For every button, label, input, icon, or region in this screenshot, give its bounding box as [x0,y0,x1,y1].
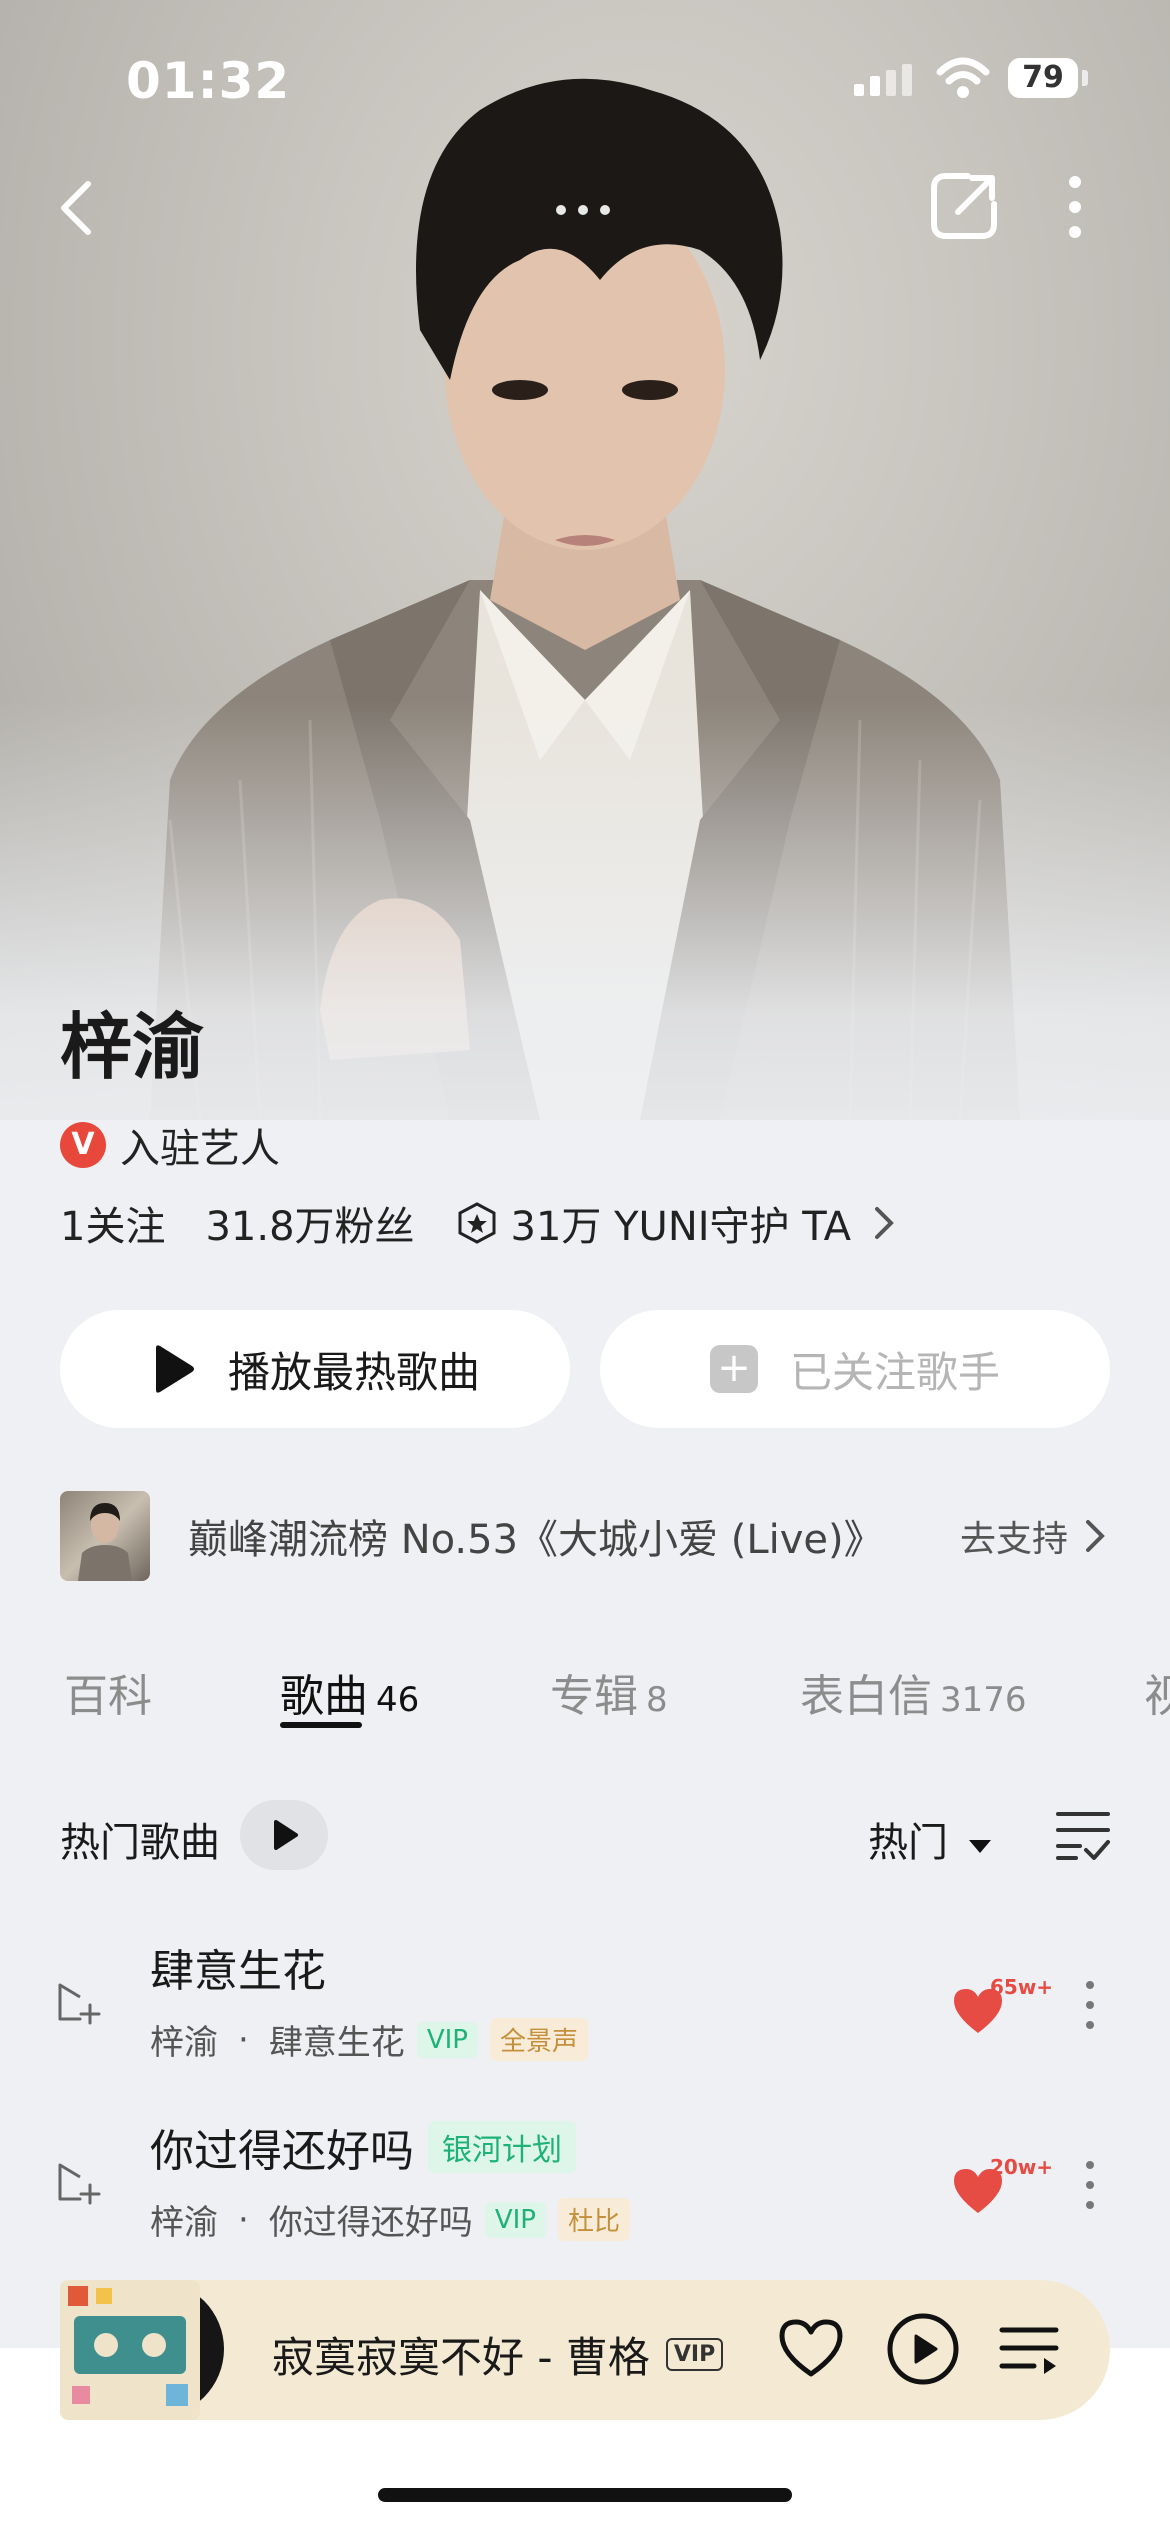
followed-button[interactable]: + 已关注歌手 [600,1310,1110,1428]
song-album: 你过得还好吗 [268,2203,473,2243]
artist-name: 梓渝 [60,1005,205,1089]
tab-songs[interactable]: 歌曲 46 [280,1660,419,1724]
status-time: 01:32 [126,52,291,110]
back-icon[interactable] [50,178,110,238]
home-indicator [378,2488,792,2502]
artist-stats: 1关注 31.8万粉丝 31万 YUNI守护 TA [60,1194,899,1252]
guard-count[interactable]: 31万 YUNI守护 TA [511,1194,851,1252]
vip-badge: VIP [665,2338,724,2371]
cellular-signal-icon [854,64,912,96]
like-count: 20w+ [990,2155,1054,2179]
tab-count: 46 [376,1680,420,1720]
song-meta: 梓渝 · 你过得还好吗 VIP 杜比 [150,2195,630,2244]
battery-tip [1082,70,1088,86]
mini-player[interactable]: 寂寞寂寞不好 - 曹格 VIP [60,2280,1110,2420]
tab-albums[interactable]: 专辑 8 [550,1660,668,1724]
tab-count: 8 [646,1680,668,1720]
sort-dropdown[interactable]: 热门 [868,1810,993,1868]
following-count[interactable]: 1关注 [60,1194,165,1252]
sort-label: 热门 [868,1820,948,1866]
plus-icon: + [709,1345,758,1393]
chevron-right-icon[interactable] [869,1203,899,1243]
list-check-icon[interactable] [1054,1804,1112,1862]
queue-icon[interactable] [998,2318,1060,2380]
song-artist: 梓渝 [150,2203,218,2243]
galaxy-tag: 银河计划 [428,2121,576,2173]
rank-support[interactable]: 去支持 [960,1510,1110,1562]
rank-support-label: 去支持 [959,1519,1068,1560]
rank-thumbnail [60,1491,150,1581]
heart-icon[interactable] [776,2316,846,2380]
add-to-playlist-icon[interactable] [56,1975,106,2025]
verified-label: 入驻艺人 [120,1126,280,1172]
tab-videos[interactable]: 视 [1144,1660,1170,1724]
play-hot-label: 播放最热歌曲 [227,1347,480,1397]
song-meta: 梓渝 · 肆意生花 VIP 全景声 [150,2015,588,2064]
rank-banner[interactable]: 巅峰潮流榜 No.53《大城小爱 (Live)》 去支持 [60,1490,1110,1582]
play-icon[interactable] [886,2312,960,2386]
now-playing: 寂寞寂寞不好 - 曹格 VIP [272,2324,724,2385]
song-row[interactable]: 肆意生花 梓渝 · 肆意生花 VIP 全景声 65w+ [0,1915,1170,2065]
action-buttons: 播放最热歌曲 + 已关注歌手 [60,1310,1110,1430]
artist-hero [0,0,1170,1600]
tab-wiki[interactable]: 百科 [64,1660,152,1724]
play-all-button[interactable] [240,1800,328,1870]
status-bar: 01:32 79 [0,40,1170,120]
tab-label: 视 [1144,1671,1170,1722]
guard-icon [458,1202,496,1244]
dropdown-icon [968,1840,991,1853]
tab-label: 歌曲 [280,1671,368,1722]
tab-count: 3176 [940,1680,1027,1720]
play-icon [274,1820,298,1850]
top-bar [0,170,1170,250]
tab-label: 百科 [64,1671,152,1722]
more-icon[interactable] [1060,174,1090,240]
vip-tag: VIP [416,2021,478,2058]
kebab-icon[interactable] [1080,1975,1100,2035]
album-cover[interactable] [56,2274,226,2424]
chevron-right-icon [1086,1520,1105,1552]
page-dots [550,200,616,219]
song-title: 你过得还好吗 银河计划 [150,2115,576,2179]
song-title-text: 肆意生花 [150,1946,326,1997]
kebab-icon[interactable] [1080,2155,1100,2215]
audio-tag: 全景声 [489,2018,588,2061]
meta-dot: · [238,2019,249,2060]
audio-tag: 杜比 [557,2198,630,2241]
song-artist: 梓渝 [150,2023,218,2063]
meta-dot: · [238,2199,249,2240]
tab-label: 表白信 [800,1671,932,1722]
now-playing-title: 寂寞寂寞不好 - 曹格 [272,2333,650,2382]
add-to-playlist-icon[interactable] [56,2155,106,2205]
followed-label: 已关注歌手 [789,1347,1000,1397]
rank-text: 巅峰潮流榜 No.53《大城小爱 (Live)》 [188,1517,884,1563]
battery-indicator: 79 [1008,58,1078,98]
play-icon [155,1345,194,1393]
verified-row: V 入驻艺人 [60,1116,280,1174]
tab-label: 专辑 [550,1671,638,1722]
tab-underline [280,1722,362,1728]
song-row[interactable]: 你过得还好吗 银河计划 梓渝 · 你过得还好吗 VIP 杜比 20w+ [0,2095,1170,2245]
verified-badge: V [60,1122,106,1168]
fans-count[interactable]: 31.8万粉丝 [205,1194,414,1252]
song-album: 肆意生花 [268,2023,405,2063]
song-title: 肆意生花 [150,1935,326,1999]
song-title-text: 你过得还好吗 [150,2126,414,2177]
share-icon[interactable] [928,170,1000,242]
wifi-icon [936,57,990,98]
hot-songs-title: 热门歌曲 [60,1820,220,1866]
tab-bar: 百科 歌曲 46 专辑 8 表白信 3176 视 [64,1650,1170,1750]
tab-letters[interactable]: 表白信 3176 [800,1660,1027,1724]
play-hot-button[interactable]: 播放最热歌曲 [60,1310,570,1428]
vip-tag: VIP [484,2201,546,2238]
hot-songs-header: 热门歌曲 热门 [60,1800,1112,1870]
like-count: 65w+ [990,1975,1054,1999]
